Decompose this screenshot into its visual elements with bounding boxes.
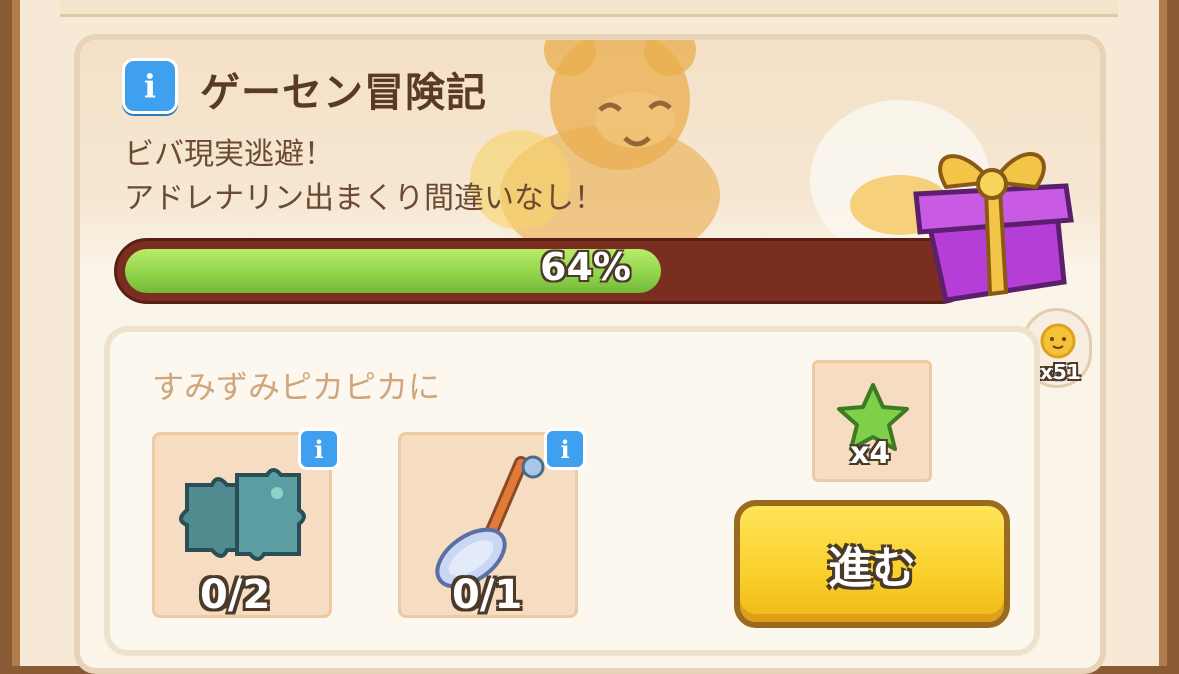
sun-reward-count: x51	[1040, 360, 1081, 384]
event-info-icon[interactable]: i	[122, 58, 178, 114]
puzzle-pieces-icon	[179, 468, 306, 561]
task-item-duster-count: 0/1	[452, 572, 523, 618]
task-item-duster-info-icon[interactable]: i	[544, 428, 586, 470]
event-description-line2: アドレナリン出まくり間違いなし！	[124, 181, 604, 216]
go-button[interactable]: 進む	[734, 500, 1010, 628]
event-description-line1: ビバ現実逃避！	[124, 137, 334, 172]
event-progress-label: 64%	[540, 245, 631, 289]
event-title: ゲーセン冒険記	[200, 70, 487, 116]
task-item-puzzle-info-icon[interactable]: i	[298, 428, 340, 470]
task-item-puzzle-count: 0/2	[200, 572, 271, 618]
task-title: すみずみピカピカに	[152, 368, 441, 406]
task-reward-count: x4	[850, 436, 891, 471]
top-strip	[60, 0, 1118, 17]
gift-box-icon[interactable]	[906, 132, 1076, 312]
event-description: ビバ現実逃避！ アドレナリン出まくり間違いなし！	[124, 133, 604, 221]
